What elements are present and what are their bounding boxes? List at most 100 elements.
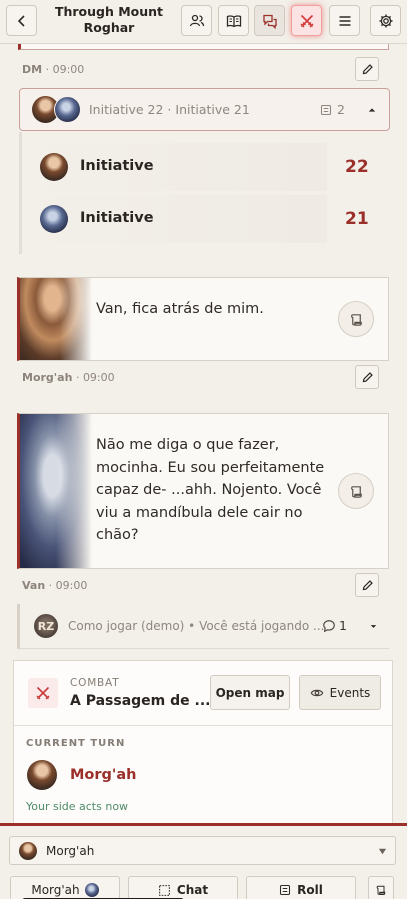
pencil-icon xyxy=(362,579,373,590)
initiative-summary-text: Initiative 22 · Initiative 21 xyxy=(89,102,250,117)
initiative-list xyxy=(19,132,22,254)
message-meta: Morg'ah · 09:00 xyxy=(22,371,115,384)
avatar-initials: RZ xyxy=(37,619,55,633)
speaker-select[interactable]: Morg'ah xyxy=(9,836,396,865)
avatar xyxy=(40,205,68,233)
initiative-message-meta: DM · 09:00 xyxy=(22,63,85,76)
users-icon xyxy=(189,14,204,26)
tab-chat[interactable]: Chat xyxy=(128,876,238,899)
thread-preview-text: Como jogar (demo) • Você está jogando ..… xyxy=(68,619,325,633)
crossed-swords-icon xyxy=(36,686,50,700)
menu-button[interactable] xyxy=(329,5,360,36)
message-text: Van, fica atrás de mim. xyxy=(96,298,264,321)
tab-character[interactable]: Morg'ah xyxy=(10,876,120,899)
message-author: DM xyxy=(22,63,43,76)
divider xyxy=(14,725,392,726)
reply-button[interactable] xyxy=(338,473,374,509)
avatar xyxy=(27,760,57,790)
message-author: Morg'ah xyxy=(22,371,73,384)
app-header: Through Mount Roghar xyxy=(0,0,407,44)
combat-encounter-name: A Passagem de ... xyxy=(70,693,211,709)
message-line: Não me diga o que fazer, xyxy=(96,437,280,453)
initiative-value: 22 xyxy=(345,157,369,177)
chat-message-card: Van, fica atrás de mim. xyxy=(17,277,389,361)
settings-button[interactable] xyxy=(370,5,401,36)
chat-bubbles-icon xyxy=(262,14,277,29)
eye-icon xyxy=(310,689,323,696)
edit-message-button[interactable] xyxy=(355,365,379,389)
message-line: Van, fica atrás de mim. xyxy=(96,301,264,317)
initiative-row: Initiative xyxy=(27,195,327,243)
comment-icon xyxy=(323,620,335,633)
initiative-value: 21 xyxy=(345,209,369,229)
edit-message-button[interactable] xyxy=(355,57,379,81)
pencil-icon xyxy=(362,63,373,74)
side-acts-note: Your side acts now xyxy=(26,800,129,813)
message-time: 09:00 xyxy=(82,371,115,384)
current-turn-name: Morg'ah xyxy=(70,767,137,783)
chevron-down-icon xyxy=(378,848,387,855)
message-time: 09:00 xyxy=(52,63,85,76)
scroll-icon xyxy=(350,485,362,498)
page-title-line1: Through Mount xyxy=(54,4,164,19)
open-map-label: Open map xyxy=(215,685,285,700)
tab-character-label: Morg'ah xyxy=(31,883,80,897)
scroll-button[interactable] xyxy=(368,876,394,899)
avatar xyxy=(40,153,68,181)
reply-count: 1 xyxy=(339,618,347,633)
page-title: Through Mount Roghar xyxy=(45,4,173,36)
chevron-down-icon[interactable] xyxy=(370,623,377,630)
current-turn-label: CURRENT TURN xyxy=(26,738,126,749)
message-time: 09:00 xyxy=(55,579,88,592)
gear-icon xyxy=(379,14,392,27)
combat-label: COMBAT xyxy=(70,677,120,689)
message-author: Van xyxy=(22,579,46,592)
character-portrait xyxy=(20,278,92,360)
speaker-name: Morg'ah xyxy=(46,844,95,858)
combat-button[interactable] xyxy=(291,5,322,36)
thread-preview[interactable]: RZ Como jogar (demo) • Você está jogando… xyxy=(17,604,389,649)
initiative-label: Initiative xyxy=(80,210,154,226)
edit-message-button[interactable] xyxy=(355,573,379,597)
tab-roll[interactable]: Roll xyxy=(246,876,356,899)
pencil-icon xyxy=(362,371,373,382)
composer: Morg'ah Morg'ah Chat Roll xyxy=(0,823,407,899)
message-meta: Van · 09:00 xyxy=(22,579,88,592)
crossed-swords-icon xyxy=(300,14,313,27)
open-map-button[interactable]: Open map xyxy=(210,675,290,710)
message-text: Não me diga o que fazer, mocinha. Eu sou… xyxy=(96,434,324,547)
message-line: chão? xyxy=(96,527,139,543)
avatar xyxy=(19,842,37,860)
scroll-icon xyxy=(350,313,362,326)
journal-button[interactable] xyxy=(218,5,249,36)
dice-icon xyxy=(280,884,291,896)
initiative-row: Initiative xyxy=(27,143,327,191)
message-line: capaz de- ...ahh. Nojento. Você xyxy=(96,482,322,498)
chevron-left-icon xyxy=(17,14,25,27)
tab-roll-label: Roll xyxy=(297,883,323,897)
avatar xyxy=(84,883,99,897)
page-title-line2: Roghar xyxy=(83,20,135,35)
initiative-label: Initiative xyxy=(80,158,154,174)
back-button[interactable] xyxy=(6,5,37,36)
dice-icon xyxy=(320,104,332,116)
events-button[interactable]: Events xyxy=(299,675,381,710)
reply-button[interactable] xyxy=(338,301,374,337)
party-button[interactable] xyxy=(181,5,212,36)
hamburger-icon xyxy=(339,15,350,26)
events-label: Events xyxy=(329,685,371,700)
initiative-summary-bar[interactable]: Initiative 22 · Initiative 21 2 xyxy=(19,88,390,131)
message-line: viu a mandíbula dele cair no xyxy=(96,504,303,521)
scroll-icon xyxy=(376,885,386,895)
avatar xyxy=(54,96,81,123)
combat-icon-box xyxy=(28,678,58,708)
select-icon xyxy=(159,884,170,896)
tab-chat-label: Chat xyxy=(176,883,209,897)
avatar: RZ xyxy=(34,614,58,638)
chat-button[interactable] xyxy=(254,5,285,36)
book-icon xyxy=(226,14,241,27)
initiative-count: 2 xyxy=(337,102,345,117)
character-portrait xyxy=(20,414,92,568)
message-line: mocinha. Eu sou perfeitamente xyxy=(96,459,325,476)
chevron-up-icon[interactable] xyxy=(368,106,376,114)
